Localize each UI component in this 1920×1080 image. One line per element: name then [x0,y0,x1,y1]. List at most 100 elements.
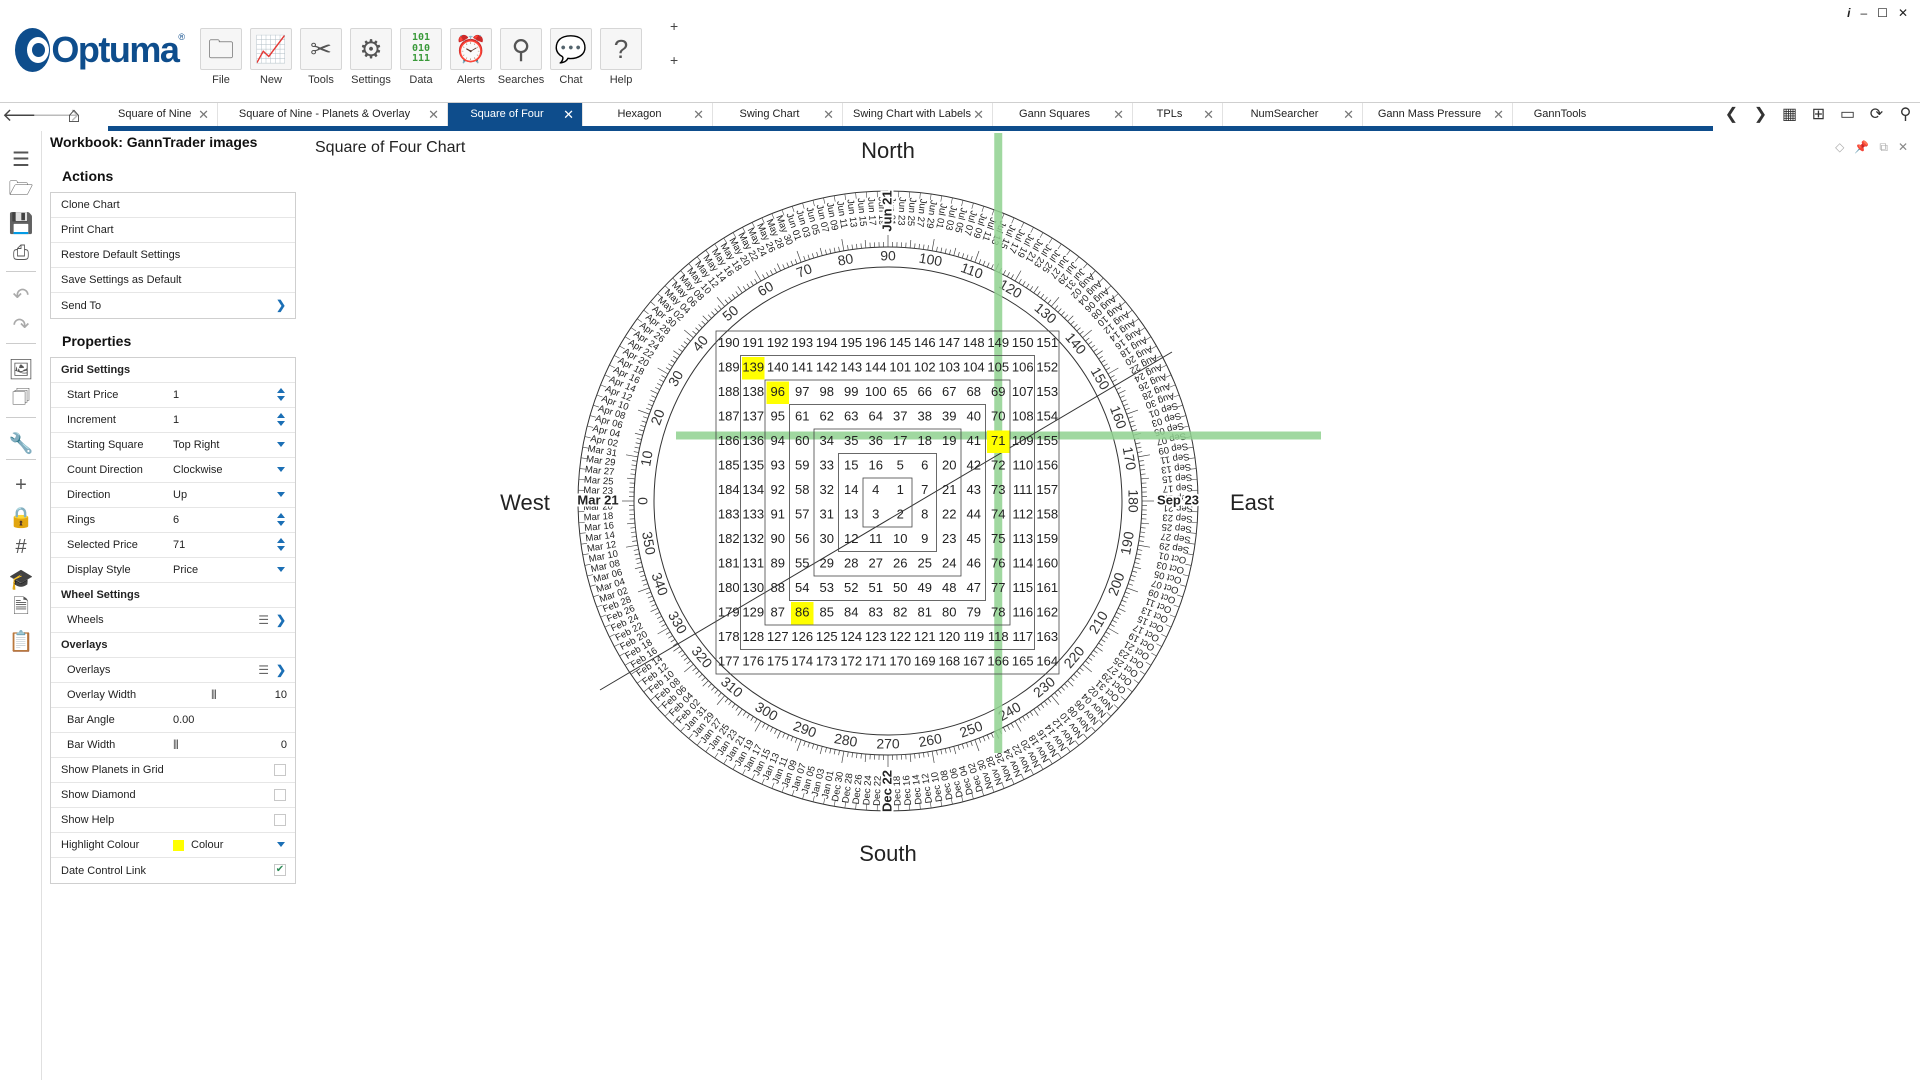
degree-tick [1087,657,1093,661]
grid-cell: 62 [820,409,834,424]
degree-tick [635,557,641,560]
grid-cell: 143 [840,360,862,375]
grid-cell: 146 [914,335,936,350]
date-tick [991,209,995,216]
grid-cell: 53 [820,580,834,595]
degree-tick [695,670,700,675]
grid-cell: 22 [942,507,956,522]
grid-cell: 184 [718,482,740,497]
degree-tick [940,247,943,253]
degree-tick [1100,639,1106,643]
grid-cell: 170 [889,654,911,669]
degree-tick [631,536,637,538]
grid-cell: 88 [771,580,785,595]
degree-label: 0 [635,497,651,505]
degree-tick [786,734,790,740]
grid-cell: 47 [967,580,981,595]
degree-tick [774,729,777,734]
grid-cell: 93 [771,458,785,473]
date-tick [1020,222,1025,228]
degree-tick [1054,305,1059,310]
grid-cell: 132 [742,531,764,546]
date-tick [1011,217,1015,224]
grid-cell: 166 [987,654,1009,669]
degree-tick [630,527,636,529]
degree-tick [650,608,658,613]
degree-tick [957,745,960,751]
grid-cell: 137 [742,409,764,424]
degree-tick [927,751,929,757]
degree-tick [1103,363,1108,367]
degree-tick [986,262,990,268]
degree-tick [1010,722,1014,728]
degree-label: 30 [665,367,687,389]
degree-tick [1098,355,1103,360]
grid-cell: 169 [914,654,936,669]
degree-tick [794,738,798,743]
degree-tick [829,248,832,254]
degree-tick [1112,379,1117,383]
degree-tick [1139,464,1145,466]
grid-cell: 145 [889,335,911,350]
degree-tick [657,627,669,635]
degree-tick [692,667,697,672]
optuma-window: Optuma ® 🗀 File 📈 New ✂ Tools ⚙ Settings 101 010… [0,0,1920,1080]
degree-tick [626,477,635,480]
grid-cell: 131 [742,556,764,571]
degree-tick [651,395,657,399]
grid-cell: 42 [967,458,981,473]
south-label: South [859,841,917,866]
degree-tick [683,657,689,661]
degree-tick [673,350,681,356]
degree-tick [1114,616,1119,619]
grid-cell: 180 [718,580,740,595]
grid-cell: 50 [893,580,907,595]
degree-tick [1050,695,1060,705]
grid-cell: 49 [918,580,932,595]
grid-cell: 73 [991,482,1005,497]
grid-cell: 79 [967,605,981,620]
grid-cell: 16 [869,458,883,473]
degree-tick [640,424,646,428]
degree-tick [1090,344,1096,349]
degree-tick [931,751,935,764]
degree-tick [1085,337,1090,342]
degree-tick [1126,409,1139,415]
degree-tick [807,254,810,260]
degree-tick [692,330,697,335]
degree-tick [1033,708,1039,716]
degree-tick [670,359,676,363]
grid-cell: 45 [967,531,981,546]
grid-cell: 189 [718,360,740,375]
grid-cell: 7 [921,482,928,497]
degree-tick [668,363,673,367]
degree-tick [686,337,691,342]
degree-tick [909,239,912,248]
grid-cell: 8 [921,507,928,522]
grid-cell: 20 [942,458,956,473]
grid-cell: 182 [718,531,740,546]
grid-cell: 185 [718,458,740,473]
degree-label: 80 [836,250,854,268]
grid-cell: 29 [820,556,834,571]
degree-tick [673,355,678,360]
degree-tick [776,731,781,739]
grid-cell: 116 [1012,605,1033,620]
grid-cell: 181 [718,556,740,571]
square-of-four-chart[interactable]: 01020304050607080 90 100 110120130140150160… [0,0,1920,1080]
cardinal-date-label: Sep 23 [1157,492,1199,507]
degree-tick [731,703,736,709]
degree-tick [990,732,994,738]
degree-tick [1105,367,1111,371]
grid-cell: 68 [967,384,981,399]
degree-tick [766,272,770,277]
degree-tick [974,250,980,263]
degree-tick [811,253,815,259]
degree-label: 230 [1030,673,1058,700]
grid-cell: 122 [889,629,911,644]
grid-cell: 89 [771,556,785,571]
grid-cell: 142 [816,360,838,375]
degree-tick [825,747,827,753]
degree-tick [1085,660,1090,665]
degree-tick [1070,320,1075,325]
